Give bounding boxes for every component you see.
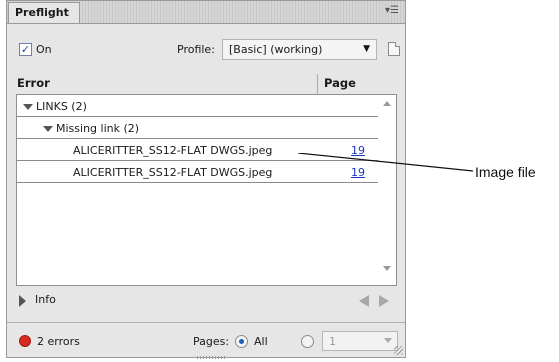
panel-tab-bar: Preflight ▾☰ [7,1,405,24]
profile-select[interactable]: [Basic] (working) ▼ [222,39,377,60]
error-list: LINKS (2) Missing link (2) ALICERITTER_S… [16,94,397,286]
preflight-panel: Preflight ▾☰ ✓ On Profile: [Basic] (work… [6,0,406,359]
pages-label: Pages: [193,335,230,348]
page-range-value: 1 [329,335,336,348]
resize-grip-icon[interactable] [394,346,403,355]
chevron-down-icon: ▼ [363,44,370,54]
expand-triangle-icon[interactable] [43,126,53,132]
previous-arrow-icon[interactable] [359,295,369,307]
row-label: ALICERITTER_SS12-FLAT DWGS.jpeg [73,144,273,157]
scroll-down-icon[interactable] [383,266,391,271]
error-status-icon [19,335,31,347]
on-label: On [36,43,52,56]
tab-preflight[interactable]: Preflight [8,2,80,23]
profile-label: Profile: [177,43,215,56]
list-item[interactable]: LINKS (2) [17,95,378,117]
profile-definitions-icon[interactable] [388,42,400,56]
error-count: 2 errors [37,335,80,348]
profile-value: [Basic] (working) [229,43,323,56]
callout-label: Image file [475,164,536,180]
info-expand-icon[interactable] [19,295,26,307]
on-checkbox[interactable]: ✓ [19,43,32,56]
pages-all-radio[interactable] [235,335,248,348]
scroll-up-icon[interactable] [383,101,391,106]
row-label: Missing link (2) [56,122,140,135]
row-label: ALICERITTER_SS12-FLAT DWGS.jpeg [73,166,273,179]
callout-line [298,153,473,172]
expand-triangle-icon[interactable] [23,104,33,110]
panel-drag-handle[interactable] [197,356,227,359]
column-header-error[interactable]: Error [17,74,317,94]
pages-all-label: All [254,335,268,348]
pages-range-radio[interactable] [301,335,314,348]
next-arrow-icon[interactable] [379,295,389,307]
info-label: Info [35,293,56,306]
list-scrollbar[interactable] [378,95,396,285]
row-label: LINKS (2) [36,100,87,113]
chevron-down-icon[interactable] [384,338,392,343]
list-item[interactable]: Missing link (2) [17,117,378,139]
panel-menu-icon[interactable]: ▾☰ [383,5,399,17]
page-range-input[interactable]: 1 [322,331,398,351]
divider [7,322,405,323]
column-header-page[interactable]: Page [317,74,387,94]
